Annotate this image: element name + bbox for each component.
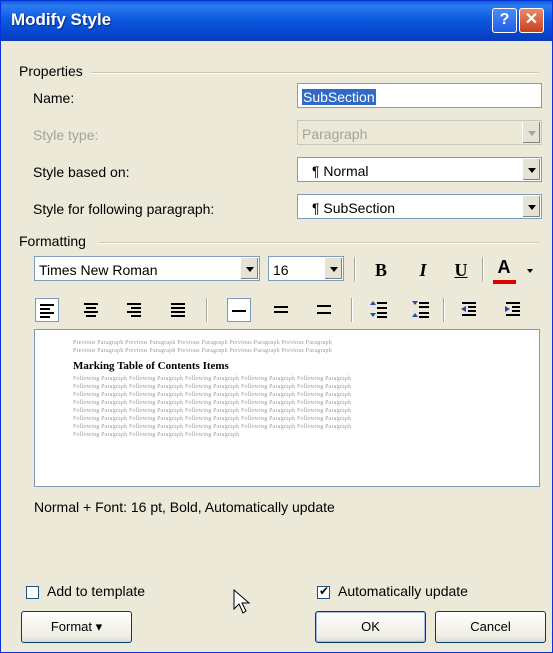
preview-following-paragraph: Following Paragraph Following Paragraph … xyxy=(73,416,352,422)
mouse-pointer-icon xyxy=(233,588,251,619)
based-on-label: Style based on: xyxy=(33,164,130,180)
formatting-divider xyxy=(99,242,539,244)
based-on-value: ¶ Normal xyxy=(312,163,369,179)
preview-following-paragraph: Following Paragraph Following Paragraph … xyxy=(73,432,240,438)
italic-button[interactable]: I xyxy=(411,258,435,282)
style-description: Normal + Font: 16 pt, Bold, Automaticall… xyxy=(34,499,335,515)
name-input-value: SubSection xyxy=(302,89,376,105)
add-to-template-label[interactable]: Add to template xyxy=(47,583,145,599)
font-color-button[interactable]: A xyxy=(492,255,516,279)
font-color-swatch xyxy=(493,280,516,284)
font-color-icon: A xyxy=(497,257,511,277)
preview-following-paragraph: Following Paragraph Following Paragraph … xyxy=(73,376,352,382)
font-size-dropdown-arrow[interactable] xyxy=(324,258,342,279)
toolbar-separator xyxy=(443,298,445,322)
style-preview: Previous Paragraph Previous Paragraph Pr… xyxy=(34,329,540,487)
font-size-value: 16 xyxy=(273,262,289,278)
space-before-increase-icon[interactable] xyxy=(367,298,391,322)
help-button[interactable]: ? xyxy=(492,8,517,33)
align-right-icon[interactable] xyxy=(122,298,146,322)
align-center-icon[interactable] xyxy=(79,298,103,322)
dialog-title: Modify Style xyxy=(11,10,112,29)
name-input[interactable]: SubSection xyxy=(297,83,542,108)
preview-following-paragraph: Following Paragraph Following Paragraph … xyxy=(73,424,352,430)
style-type-value: Paragraph xyxy=(302,126,368,142)
toolbar-separator xyxy=(206,298,208,322)
font-name-select[interactable]: Times New Roman xyxy=(34,256,260,281)
decrease-indent-icon[interactable] xyxy=(457,298,481,322)
based-on-dropdown-arrow[interactable] xyxy=(522,159,540,180)
space-before-decrease-icon[interactable] xyxy=(409,298,433,322)
title-bar: Modify Style ? ✕ xyxy=(1,1,552,41)
toolbar-separator xyxy=(354,257,356,281)
font-color-dropdown-arrow[interactable] xyxy=(527,269,533,273)
cancel-button[interactable]: Cancel xyxy=(435,611,546,643)
preview-following-paragraph: Following Paragraph Following Paragraph … xyxy=(73,400,352,406)
preview-following-paragraph: Following Paragraph Following Paragraph … xyxy=(73,408,352,414)
following-value: ¶ SubSection xyxy=(312,200,396,216)
justify-icon[interactable] xyxy=(166,298,190,322)
increase-indent-icon[interactable] xyxy=(501,298,525,322)
based-on-select[interactable]: ¶ Normal xyxy=(297,157,542,182)
formatting-group-label: Formatting xyxy=(19,233,90,249)
following-select[interactable]: ¶ SubSection xyxy=(297,194,542,219)
double-spacing-icon[interactable] xyxy=(312,298,336,322)
properties-divider xyxy=(91,72,539,74)
single-spacing-icon[interactable] xyxy=(227,298,251,322)
toolbar-separator xyxy=(351,298,353,322)
auto-update-label[interactable]: Automatically update xyxy=(338,583,468,599)
format-button[interactable]: Format ▾ xyxy=(21,611,132,643)
add-to-template-checkbox[interactable] xyxy=(26,586,39,599)
font-name-value: Times New Roman xyxy=(39,262,158,278)
style-type-select: Paragraph xyxy=(297,120,542,145)
following-label: Style for following paragraph: xyxy=(33,201,215,217)
underline-button[interactable]: U xyxy=(449,258,473,282)
name-label: Name: xyxy=(33,90,75,106)
preview-following-paragraph: Following Paragraph Following Paragraph … xyxy=(73,392,352,398)
style-type-label: Style type: xyxy=(33,127,99,143)
align-left-icon[interactable] xyxy=(35,298,59,322)
modify-style-dialog: Modify Style ? ✕ Properties Name: SubSec… xyxy=(0,0,553,653)
style-type-dropdown-arrow xyxy=(522,122,540,143)
preview-following-paragraph: Following Paragraph Following Paragraph … xyxy=(73,384,352,390)
auto-update-checkbox[interactable]: ✔ xyxy=(317,584,330,599)
bold-button[interactable]: B xyxy=(369,258,393,282)
ok-button[interactable]: OK xyxy=(315,611,426,643)
close-button[interactable]: ✕ xyxy=(519,8,544,33)
checkmark-icon: ✔ xyxy=(319,584,330,598)
following-dropdown-arrow[interactable] xyxy=(522,196,540,217)
preview-previous-paragraph: Previous Paragraph Previous Paragraph Pr… xyxy=(73,348,332,354)
preview-previous-paragraph: Previous Paragraph Previous Paragraph Pr… xyxy=(73,340,332,346)
one-half-spacing-icon[interactable] xyxy=(269,298,293,322)
font-size-select[interactable]: 16 xyxy=(268,256,344,281)
font-name-dropdown-arrow[interactable] xyxy=(240,258,258,279)
toolbar-separator xyxy=(482,257,484,281)
properties-group-label: Properties xyxy=(19,63,87,79)
preview-heading: Marking Table of Contents Items xyxy=(73,360,229,372)
